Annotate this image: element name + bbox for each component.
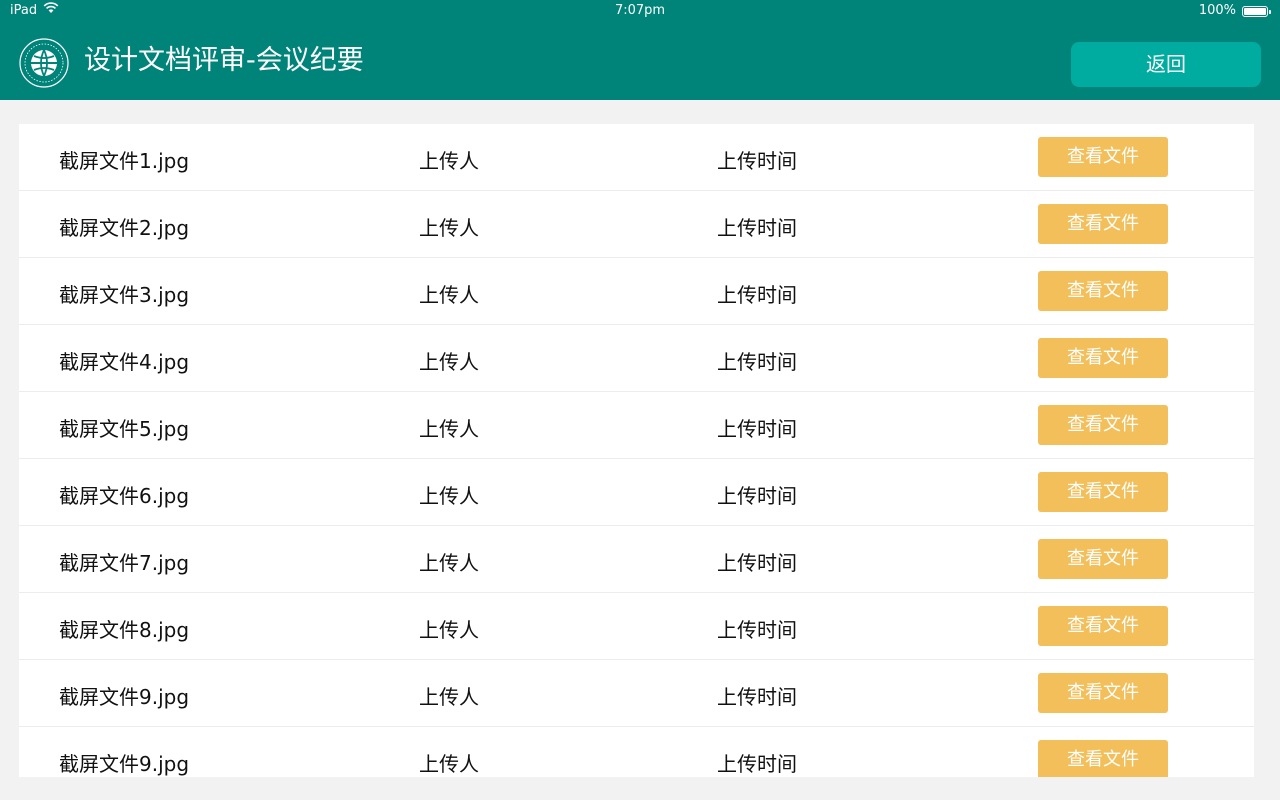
file-uploader: 上传人: [419, 350, 479, 374]
view-file-button[interactable]: 查看文件: [1038, 137, 1168, 177]
file-uploader: 上传人: [419, 618, 479, 642]
state-grid-logo-icon: [18, 37, 70, 89]
view-file-button[interactable]: 查看文件: [1038, 204, 1168, 244]
view-file-button[interactable]: 查看文件: [1038, 673, 1168, 713]
file-name: 截屏文件5.jpg: [59, 417, 190, 441]
file-uploader: 上传人: [419, 149, 479, 173]
file-row: 截屏文件7.jpg 上传人 上传时间 查看文件: [19, 526, 1254, 593]
battery-fill: [1244, 7, 1266, 15]
file-upload-time: 上传时间: [717, 618, 797, 642]
file-upload-time: 上传时间: [717, 216, 797, 240]
back-button[interactable]: 返回: [1071, 42, 1261, 87]
file-row: 截屏文件9.jpg 上传人 上传时间 查看文件: [19, 727, 1254, 777]
file-row: 截屏文件8.jpg 上传人 上传时间 查看文件: [19, 593, 1254, 660]
file-row: 截屏文件3.jpg 上传人 上传时间 查看文件: [19, 258, 1254, 325]
view-file-button[interactable]: 查看文件: [1038, 606, 1168, 646]
file-name: 截屏文件4.jpg: [59, 350, 190, 374]
file-uploader: 上传人: [419, 283, 479, 307]
file-name: 截屏文件1.jpg: [59, 149, 190, 173]
file-name: 截屏文件8.jpg: [59, 618, 190, 642]
file-uploader: 上传人: [419, 752, 479, 776]
file-upload-time: 上传时间: [717, 283, 797, 307]
file-uploader: 上传人: [419, 551, 479, 575]
battery-percent: 100%: [1198, 3, 1236, 18]
file-name: 截屏文件2.jpg: [59, 216, 190, 240]
file-upload-time: 上传时间: [717, 350, 797, 374]
file-row: 截屏文件1.jpg 上传人 上传时间 查看文件: [19, 124, 1254, 191]
file-name: 截屏文件3.jpg: [59, 283, 190, 307]
file-uploader: 上传人: [419, 216, 479, 240]
file-upload-time: 上传时间: [717, 685, 797, 709]
view-file-button[interactable]: 查看文件: [1038, 405, 1168, 445]
page-title: 设计文档评审-会议纪要: [84, 45, 364, 76]
clock: 7:07pm: [614, 3, 666, 18]
view-file-button[interactable]: 查看文件: [1038, 539, 1168, 579]
file-name: 截屏文件7.jpg: [59, 551, 190, 575]
file-name: 截屏文件9.jpg: [59, 752, 190, 776]
battery-tip: [1269, 9, 1271, 14]
view-file-button[interactable]: 查看文件: [1038, 338, 1168, 378]
view-file-button[interactable]: 查看文件: [1038, 472, 1168, 512]
file-uploader: 上传人: [419, 685, 479, 709]
file-row: 截屏文件4.jpg 上传人 上传时间 查看文件: [19, 325, 1254, 392]
status-bar: iPad 7:07pm 100%: [0, 0, 1280, 22]
battery-icon: [1242, 5, 1271, 17]
file-row: 截屏文件2.jpg 上传人 上传时间 查看文件: [19, 191, 1254, 258]
file-row: 截屏文件9.jpg 上传人 上传时间 查看文件: [19, 660, 1254, 727]
file-upload-time: 上传时间: [717, 149, 797, 173]
file-row: 截屏文件5.jpg 上传人 上传时间 查看文件: [19, 392, 1254, 459]
status-right: 100%: [1198, 0, 1271, 22]
file-upload-time: 上传时间: [717, 417, 797, 441]
file-upload-time: 上传时间: [717, 484, 797, 508]
file-list: 截屏文件1.jpg 上传人 上传时间 查看文件 截屏文件2.jpg 上传人 上传…: [19, 124, 1254, 777]
file-upload-time: 上传时间: [717, 551, 797, 575]
view-file-button[interactable]: 查看文件: [1038, 271, 1168, 311]
file-row: 截屏文件6.jpg 上传人 上传时间 查看文件: [19, 459, 1254, 526]
file-uploader: 上传人: [419, 484, 479, 508]
file-name: 截屏文件6.jpg: [59, 484, 190, 508]
file-name: 截屏文件9.jpg: [59, 685, 190, 709]
view-file-button[interactable]: 查看文件: [1038, 740, 1168, 777]
app-header: iPad 7:07pm 100% 设计文档评审-会议纪要 返回: [0, 0, 1280, 100]
file-uploader: 上传人: [419, 417, 479, 441]
file-upload-time: 上传时间: [717, 752, 797, 776]
